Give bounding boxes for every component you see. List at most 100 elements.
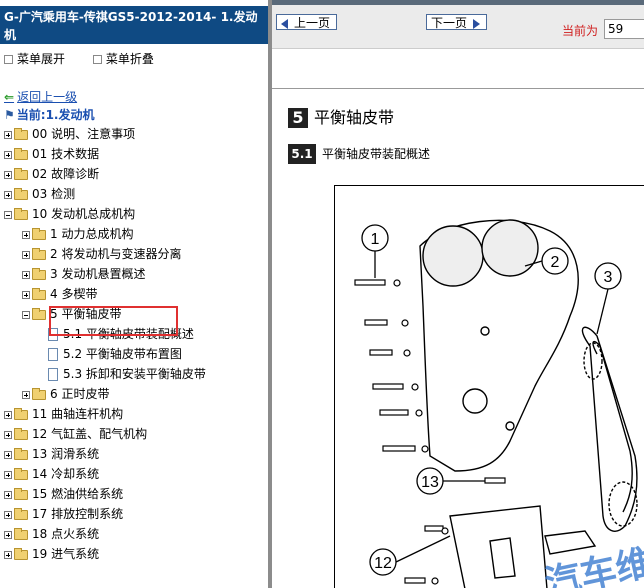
callout-1-label: 1	[371, 231, 380, 248]
exploded-view-drawing: 1 2 3 13 12 汽车维	[354, 219, 644, 588]
location-pin-icon: ⚑	[4, 108, 15, 122]
tree-item-label: 03 检测	[32, 187, 76, 201]
tree-item-label: 13 润滑系统	[32, 447, 100, 461]
left-panel: G-广汽乘用车-传祺GS5-2012-2014- 1.发动机 菜单展开 菜单折叠…	[0, 0, 268, 588]
folder-icon	[14, 187, 28, 200]
tree-item[interactable]: 15 燃油供给系统	[4, 484, 123, 504]
expand-toggle-icon[interactable]	[4, 450, 12, 459]
folder-icon	[14, 487, 28, 500]
page-toolbar: 上一页 下一页 当前为	[272, 0, 644, 49]
expand-toggle-icon[interactable]	[22, 250, 30, 259]
tree-item[interactable]: 02 故障诊断	[4, 164, 99, 184]
back-arrow-icon: ⇐	[4, 90, 15, 104]
callout-13-label: 13	[421, 474, 439, 491]
section-title: 平衡轴皮带	[314, 108, 395, 127]
tree-item[interactable]: 1 动力总成机构	[22, 224, 133, 244]
tree-item-label: 10 发动机总成机构	[32, 207, 136, 221]
tree-item-label: 11 曲轴连杆机构	[32, 407, 124, 421]
highlight-box	[49, 306, 178, 336]
expand-toggle-icon[interactable]	[4, 530, 12, 539]
page-number-input[interactable]	[604, 19, 644, 39]
tree-item[interactable]: 11 曲轴连杆机构	[4, 404, 123, 424]
collapse-toggle-icon[interactable]	[4, 210, 12, 219]
tree-item[interactable]: 01 技术数据	[4, 144, 99, 164]
subsection-heading: 5.1 平衡轴皮带装配概述	[288, 144, 430, 164]
tree-item[interactable]: 17 排放控制系统	[4, 504, 123, 524]
expand-toggle-icon[interactable]	[4, 510, 12, 519]
prev-page-button[interactable]: 上一页	[276, 14, 338, 30]
folder-icon	[14, 467, 28, 480]
tree-item-label: 18 点火系统	[32, 527, 100, 541]
expand-toggle-icon[interactable]	[4, 490, 12, 499]
tree-item[interactable]: 6 正时皮带	[22, 384, 109, 404]
menu-expand-label: 菜单展开	[17, 52, 66, 66]
tree-item-label: 17 排放控制系统	[32, 507, 124, 521]
tree-item[interactable]: 5.3 拆卸和安装平衡轴皮带	[48, 364, 206, 384]
toolbar-stripe	[272, 0, 644, 5]
tree-item[interactable]: 3 发动机悬置概述	[22, 264, 145, 284]
menu-collapse-button[interactable]: 菜单折叠	[92, 52, 166, 66]
current-location: ⚑ 当前:1.发动机	[4, 106, 94, 123]
folder-icon	[32, 387, 46, 400]
expand-toggle-icon[interactable]	[4, 150, 12, 159]
callout-3-label: 3	[604, 269, 613, 286]
prev-page-label: 上一页	[294, 16, 331, 30]
tree-item-label: 2 将发动机与变速器分离	[50, 247, 182, 261]
tree-item-label: 5.3 拆卸和安装平衡轴皮带	[63, 367, 206, 381]
tree-item[interactable]: 12 气缸盖、配气机构	[4, 424, 147, 444]
section-number: 5	[288, 108, 308, 128]
expand-toggle-icon[interactable]	[4, 430, 12, 439]
expand-toggle-icon[interactable]	[4, 470, 12, 479]
content-panel: 上一页 下一页 当前为 5 平衡轴皮带 5.1 平衡轴皮带装配概述	[272, 0, 644, 588]
folder-icon	[14, 507, 28, 520]
subsection-title: 平衡轴皮带装配概述	[322, 147, 431, 161]
folder-icon	[32, 267, 46, 280]
expand-toggle-icon[interactable]	[22, 390, 30, 399]
tree-item-label: 3 发动机悬置概述	[50, 267, 146, 281]
expand-toggle-icon[interactable]	[4, 410, 12, 419]
tree-item-label: 00 说明、注意事项	[32, 127, 136, 141]
folder-icon	[14, 207, 28, 220]
folder-icon	[14, 127, 28, 140]
content-rule	[272, 88, 644, 89]
tree-item-label: 02 故障诊断	[32, 167, 100, 181]
expand-toggle-icon[interactable]	[4, 550, 12, 559]
tree-item[interactable]: 00 说明、注意事项	[4, 124, 135, 144]
tree-item[interactable]: 14 冷却系统	[4, 464, 99, 484]
tree-item[interactable]: 18 点火系统	[4, 524, 99, 544]
expand-toggle-icon[interactable]	[22, 230, 30, 239]
left-triangle-icon	[281, 18, 288, 29]
callout-12-label: 12	[374, 555, 392, 572]
expand-square-icon	[4, 55, 13, 64]
back-link-label: 返回上一级	[17, 90, 78, 104]
tree-item-label: 1 动力总成机构	[50, 227, 134, 241]
expand-toggle-icon[interactable]	[4, 190, 12, 199]
folder-icon	[32, 227, 46, 240]
tree-item[interactable]: 4 多楔带	[22, 284, 97, 304]
menu-expand-button[interactable]: 菜单展开	[4, 52, 77, 66]
current-page-label: 当前为	[562, 24, 599, 38]
folder-icon	[14, 427, 28, 440]
folder-icon	[14, 147, 28, 160]
tree-item-label: 5.2 平衡轴皮带布置图	[63, 347, 182, 361]
subsection-number: 5.1	[288, 144, 316, 164]
assembly-diagram: 1 2 3 13 12 汽车维	[334, 185, 644, 588]
section-heading: 5 平衡轴皮带	[288, 104, 394, 128]
next-page-button[interactable]: 下一页	[426, 14, 488, 30]
folder-icon	[32, 287, 46, 300]
expand-toggle-icon[interactable]	[22, 290, 30, 299]
tree-item-label: 19 进气系统	[32, 547, 100, 561]
expand-toggle-icon[interactable]	[4, 130, 12, 139]
tree-item-label: 12 气缸盖、配气机构	[32, 427, 148, 441]
tree-item[interactable]: 19 进气系统	[4, 544, 99, 564]
tree-item-label: 6 正时皮带	[50, 387, 110, 401]
expand-toggle-icon[interactable]	[4, 170, 12, 179]
tree-item[interactable]: 13 润滑系统	[4, 444, 99, 464]
tree-item[interactable]: 5.2 平衡轴皮带布置图	[48, 344, 182, 364]
back-link[interactable]: ⇐ 返回上一级	[4, 88, 77, 105]
tree-item[interactable]: 03 检测	[4, 184, 75, 204]
tree-item[interactable]: 10 发动机总成机构	[4, 204, 135, 224]
expand-toggle-icon[interactable]	[22, 270, 30, 279]
tree-item[interactable]: 2 将发动机与变速器分离	[22, 244, 181, 264]
collapse-toggle-icon[interactable]	[22, 310, 30, 319]
